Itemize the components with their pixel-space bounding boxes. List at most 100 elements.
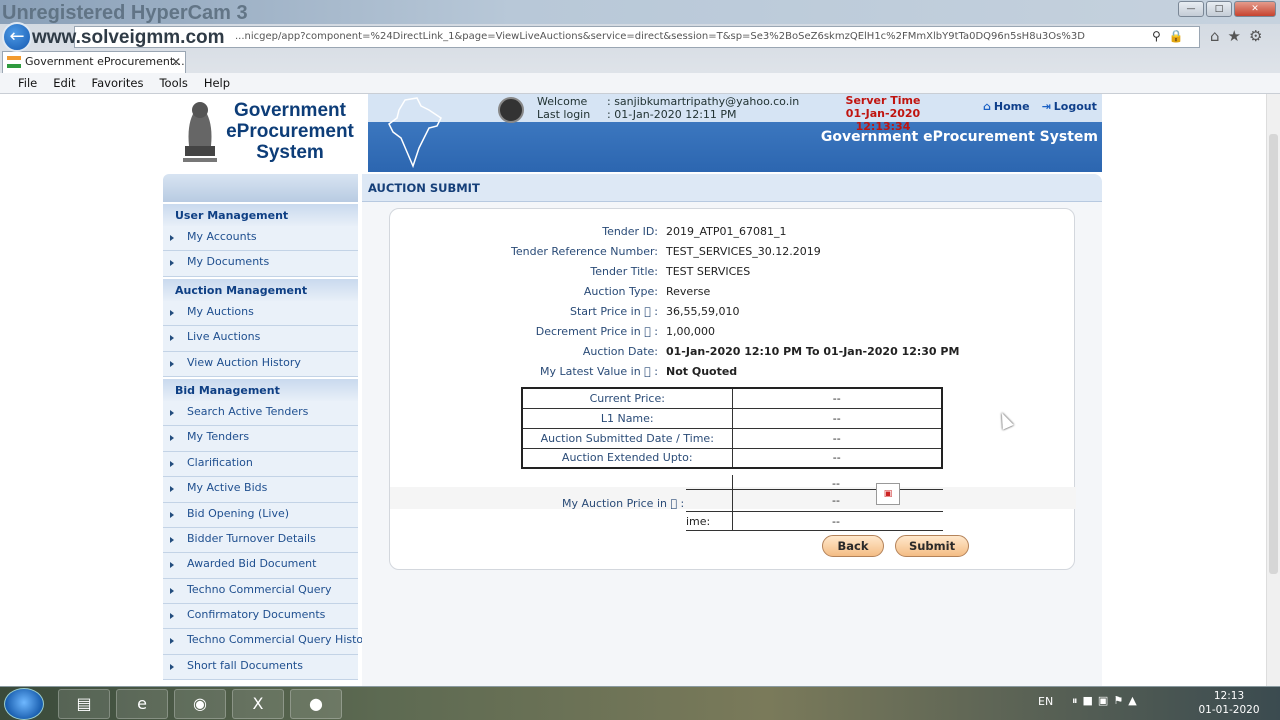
last-login-value: : 01-Jan-2020 12:11 PM [607,108,737,121]
india-map-icon [388,97,442,169]
menu-favorites[interactable]: Favorites [84,73,152,93]
language-indicator[interactable]: EN [1038,695,1053,708]
browser-chrome: Unregistered HyperCam 3 www.solveigmm.co… [0,0,1280,94]
sidebar-item-awarded-bid-document[interactable]: Awarded Bid Document [163,553,358,579]
field-tender-id: Tender ID: 2019_ATP01_67081_1 [390,225,1076,245]
logo-line: eProcurement [226,121,354,142]
sidebar-item-short-fall-documents[interactable]: Short fall Documents [163,654,358,681]
sidebar-item-my-auctions[interactable]: My Auctions [163,300,358,327]
start-button[interactable] [4,688,44,720]
sidebar-heading-user-management: User Management [163,202,358,226]
stop-icon[interactable]: ■ [1083,694,1093,708]
submit-button[interactable]: Submit [895,535,969,557]
sidebar-item-label: Short fall Documents [187,658,303,672]
field-value: Not Quoted [666,365,738,378]
sidebar-item-techno-commercial-query-history[interactable]: Techno Commercial Query History [163,629,374,655]
maximize-button[interactable]: □ [1206,1,1232,17]
arrow-icon [170,335,174,342]
main-content: Tender ID: 2019_ATP01_67081_1 Tender Refe… [362,202,1102,686]
field-my-latest-value: My Latest Value in ⃞ : Not Quoted [390,365,1076,385]
sidebar-item-label: My Auctions [187,304,254,318]
field-tender-title: Tender Title: TEST SERVICES [390,265,1076,285]
page-title: AUCTION SUBMIT [368,181,480,195]
document-icon[interactable]: ▣ [876,483,900,505]
address-bar[interactable]: ...nicgep/app?component=%24DirectLink_1&… [74,26,1200,48]
section-header: AUCTION SUBMIT [362,174,1102,202]
sidebar-item-bidder-turnover-details[interactable]: Bidder Turnover Details [163,527,358,554]
last-login-label: Last login [537,108,591,121]
file-explorer-icon[interactable]: ▤ [58,689,110,719]
table-row: Auction Submitted Date / Time: -- [521,427,943,449]
minimize-button[interactable]: — [1178,1,1204,17]
gear-icon[interactable]: ⚙ [1249,27,1262,45]
sidebar-item-live-auctions[interactable]: Live Auctions [163,326,358,352]
scrollbar-thumb[interactable] [1269,134,1278,574]
close-tab-icon[interactable]: ✕ [171,52,181,72]
menu-edit[interactable]: Edit [45,73,83,93]
system-clock[interactable]: 12:13 01-01-2020 [1196,689,1262,717]
pause-record-icon[interactable]: ⏸ [1072,694,1078,708]
browser-toolbar: ⌂ ★ ⚙ [1210,27,1262,45]
page-scrollbar[interactable] [1266,94,1280,686]
sidebar-item-label: Techno Commercial Query [187,582,332,596]
field-label: Decrement Price in ⃞ : [535,325,658,338]
address-bar-actions: ⚲ 🔒 [1152,29,1184,43]
welcome-label: Welcome [537,95,588,108]
menu-file[interactable]: File [10,73,45,93]
menu-help[interactable]: Help [196,73,238,93]
table-row: L1 Name: -- [521,407,943,429]
sidebar: User Management My Accounts My Documents… [163,174,374,686]
table-cell-value: -- [731,427,943,449]
tray-expand-icon[interactable]: ▲ [1128,694,1136,708]
sidebar-item-search-active-tenders[interactable]: Search Active Tenders [163,400,358,427]
home-link[interactable]: ⌂ Home [983,100,1030,113]
star-icon[interactable]: ★ [1228,27,1241,45]
web-page: Government eProcurement System Welcome: … [0,94,1266,686]
field-value: TEST SERVICES [666,265,751,278]
sidebar-item-my-tenders[interactable]: My Tenders [163,426,358,452]
sidebar-item-my-accounts[interactable]: My Accounts [163,226,358,252]
sidebar-item-techno-commercial-query[interactable]: Techno Commercial Query [163,578,358,605]
arrow-icon [170,663,174,670]
site-watermark: www.solveigmm.com [32,27,225,48]
sidebar-item-label: My Documents [187,255,270,269]
table-cell-label: Auction Submitted Date / Time: [521,427,733,449]
excel-icon[interactable]: X [232,689,284,719]
sidebar-heading-bid-management: Bid Management [163,376,358,401]
table-cell-value: -- [731,387,943,409]
table-cell-label: L1 Name: [521,407,733,429]
sidebar-item-confirmatory-documents[interactable]: Confirmatory Documents [163,604,358,630]
close-window-button[interactable]: ✕ [1234,1,1276,17]
server-time-label: Server Time [845,94,921,107]
table-cell-value: -- [731,447,943,469]
recorder-icon[interactable]: ● [290,689,342,719]
arrow-icon [170,613,174,620]
sidebar-item-label: Bid Opening (Live) [187,506,290,520]
internet-explorer-icon[interactable]: e [116,689,168,719]
logout-link[interactable]: ⇥ Logout [1042,100,1097,113]
camera-icon[interactable]: ▣ [1098,694,1108,708]
back-button[interactable]: Back [822,535,884,557]
home-icon[interactable]: ⌂ [1210,27,1220,45]
auction-status-table: Current Price: -- L1 Name: -- Auction Subm… [521,387,943,469]
chrome-icon[interactable]: ◉ [174,689,226,719]
table-cell-value: -- [832,494,840,507]
windows-taskbar: ▤ e ◉ X ● EN ⏸ ■ ▣ ⚑ ▲ 12:13 01-01-2020 [0,686,1280,720]
sidebar-item-my-documents[interactable]: My Documents [163,251,358,277]
lock-icon[interactable]: 🔒 [1169,29,1184,43]
field-label: Tender Title: [590,265,658,278]
field-start-price: Start Price in ⃞ : 36,55,59,010 [390,305,1076,325]
sidebar-item-bid-opening-live[interactable]: Bid Opening (Live) [163,502,358,528]
sidebar-item-clarification[interactable]: Clarification [163,451,358,478]
back-arrow-icon[interactable]: ← [2,22,32,52]
logo-line: System [256,142,324,163]
menu-tools[interactable]: Tools [151,73,195,93]
search-icon[interactable]: ⚲ [1152,29,1161,43]
browser-tab[interactable]: Government eProcurement... ✕ [2,51,186,73]
field-label: Tender Reference Number: [511,245,658,258]
sidebar-item-my-active-bids[interactable]: My Active Bids [163,477,358,503]
field-value: TEST_SERVICES_30.12.2019 [666,245,821,258]
sidebar-item-view-auction-history[interactable]: View Auction History [163,351,358,377]
network-icon[interactable]: ⚑ [1113,694,1123,708]
state-emblem-icon [183,102,217,162]
